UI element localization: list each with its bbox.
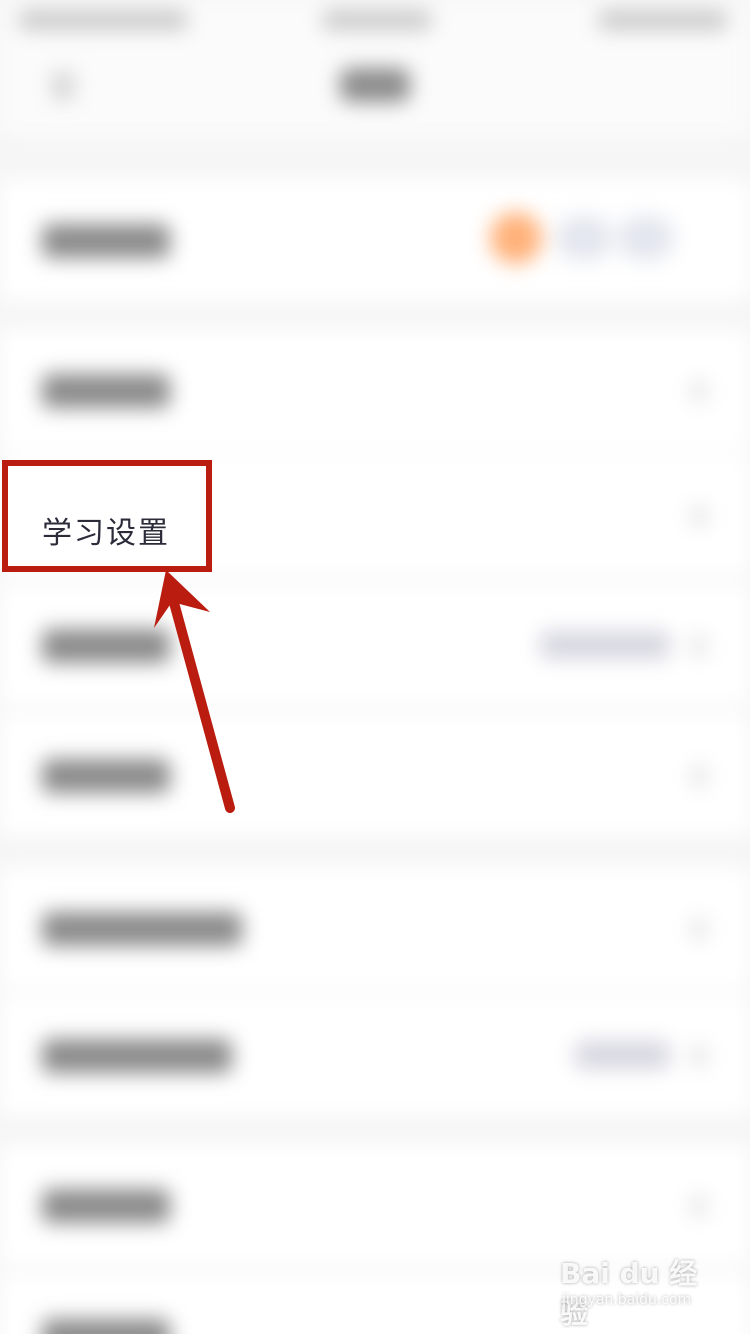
arrow-shaft: [165, 583, 235, 813]
baidu-jingyan-watermark: Bai du 经验 jingyan.baidu.com: [560, 1252, 710, 1330]
screen: 学习设置 Bai du 经验 jingyan.baidu.com: [0, 0, 750, 1334]
watermark-url: jingyan.baidu.com: [562, 1292, 692, 1308]
annotation-arrow: [154, 570, 235, 813]
